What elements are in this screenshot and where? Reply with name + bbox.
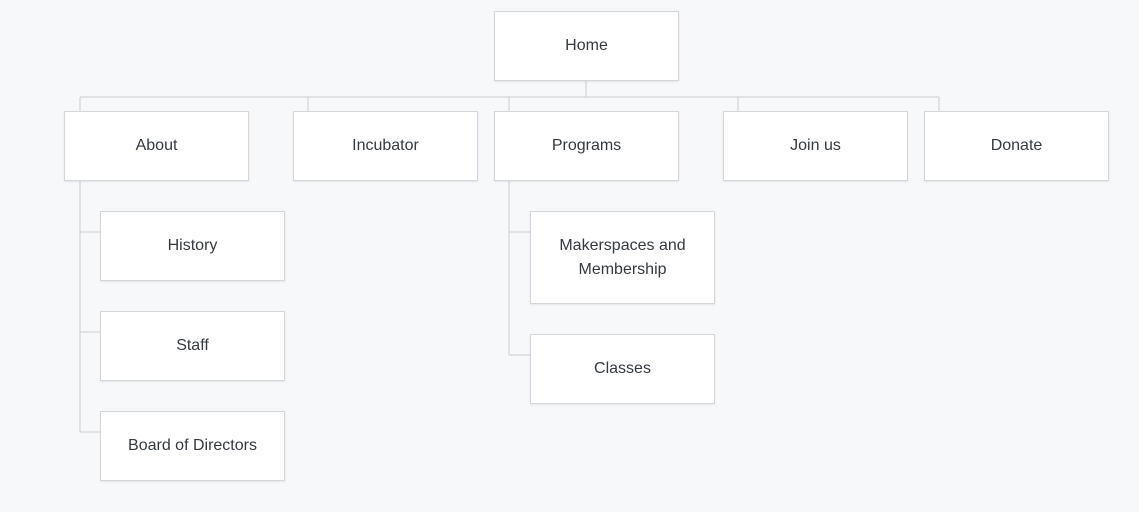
node-about[interactable]: About: [64, 111, 249, 181]
node-board-of-directors[interactable]: Board of Directors: [100, 411, 285, 481]
sitemap-diagram: Home About Incubator Programs Join us Do…: [0, 0, 1139, 512]
node-incubator[interactable]: Incubator: [293, 111, 478, 181]
node-donate[interactable]: Donate: [924, 111, 1109, 181]
node-classes[interactable]: Classes: [530, 334, 715, 404]
node-staff[interactable]: Staff: [100, 311, 285, 381]
node-home[interactable]: Home: [494, 11, 679, 81]
node-makerspaces-and-membership[interactable]: Makerspaces and Membership: [530, 211, 715, 304]
node-join-us[interactable]: Join us: [723, 111, 908, 181]
node-programs[interactable]: Programs: [494, 111, 679, 181]
node-history[interactable]: History: [100, 211, 285, 281]
